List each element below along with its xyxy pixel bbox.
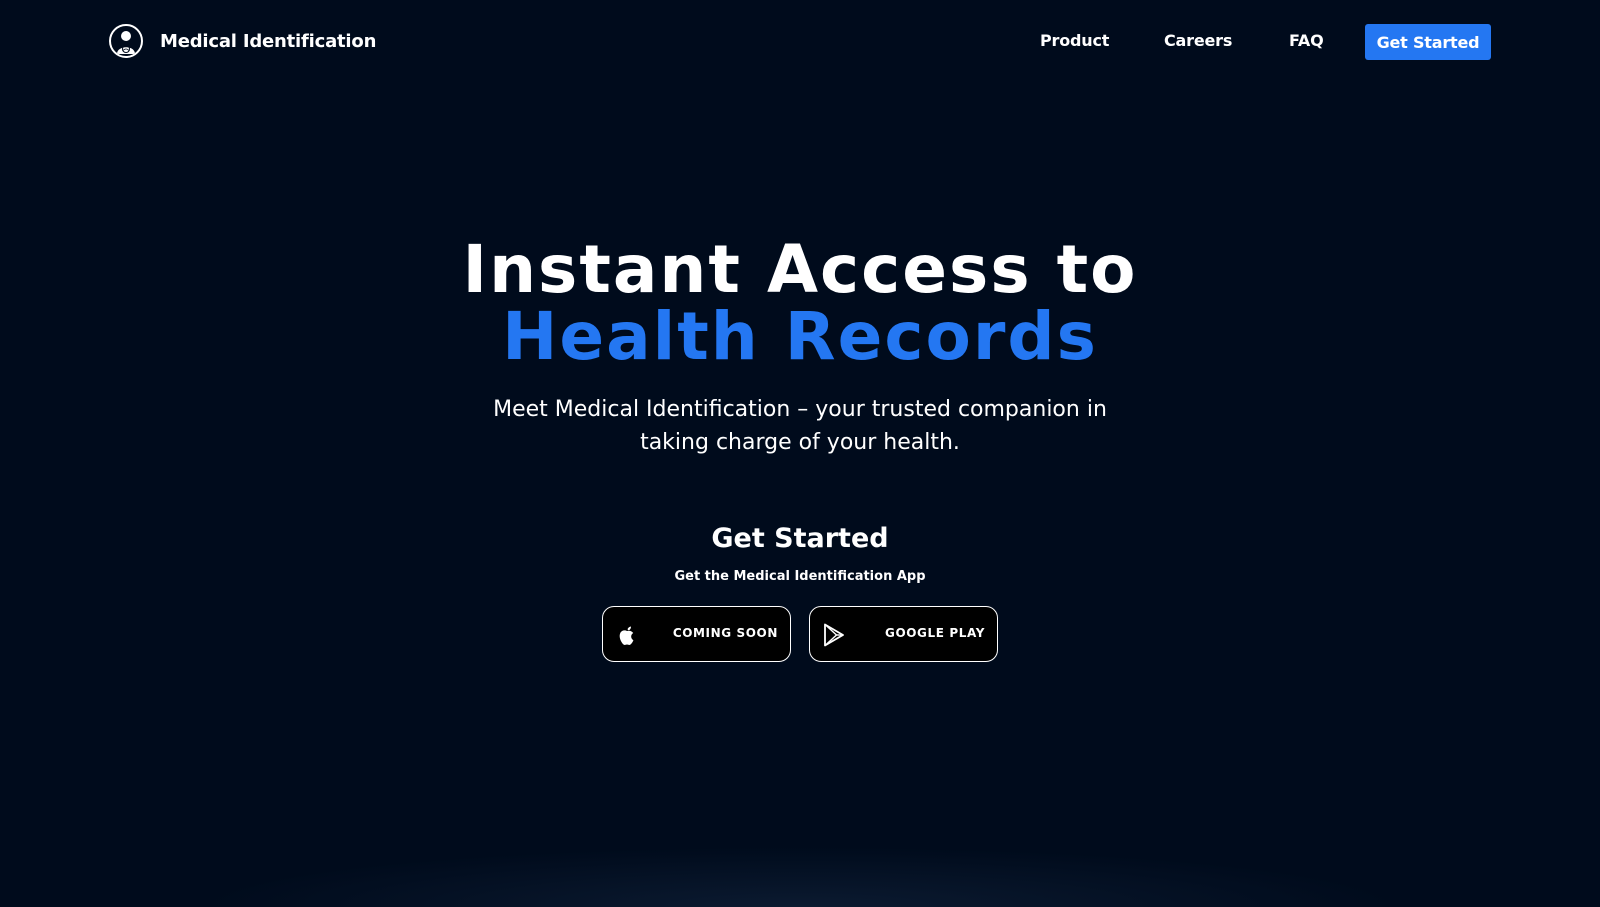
nav-link-product[interactable]: Product bbox=[1040, 31, 1109, 50]
get-started-subheading: Get the Medical Identification App bbox=[674, 569, 926, 584]
get-started-heading: Get Started bbox=[711, 523, 889, 554]
page: Medical Identification Product Careers F… bbox=[0, 0, 1600, 907]
app-store-button[interactable]: COMING SOON bbox=[602, 606, 791, 662]
navbar: Medical Identification Product Careers F… bbox=[0, 0, 1600, 84]
hero-title-line-1: Instant Access to bbox=[462, 231, 1138, 308]
hero-title-line-2: Health Records bbox=[502, 298, 1098, 375]
hero-subtitle: Meet Medical Identification – your trust… bbox=[493, 397, 1107, 455]
apple-icon bbox=[615, 623, 639, 647]
google-play-button[interactable]: GOOGLE PLAY bbox=[809, 606, 998, 662]
brand-name: Medical Identification bbox=[160, 30, 377, 52]
brand-link[interactable]: Medical Identification bbox=[109, 24, 376, 58]
person-avatar-icon bbox=[109, 24, 143, 58]
app-store-label: COMING SOON bbox=[672, 626, 778, 640]
nav-link-faq[interactable]: FAQ bbox=[1289, 31, 1324, 50]
nav-link-careers[interactable]: Careers bbox=[1164, 31, 1232, 50]
get-started-button[interactable]: Get Started bbox=[1365, 24, 1491, 60]
google-play-label: GOOGLE PLAY bbox=[885, 626, 985, 640]
google-play-icon bbox=[822, 623, 846, 647]
